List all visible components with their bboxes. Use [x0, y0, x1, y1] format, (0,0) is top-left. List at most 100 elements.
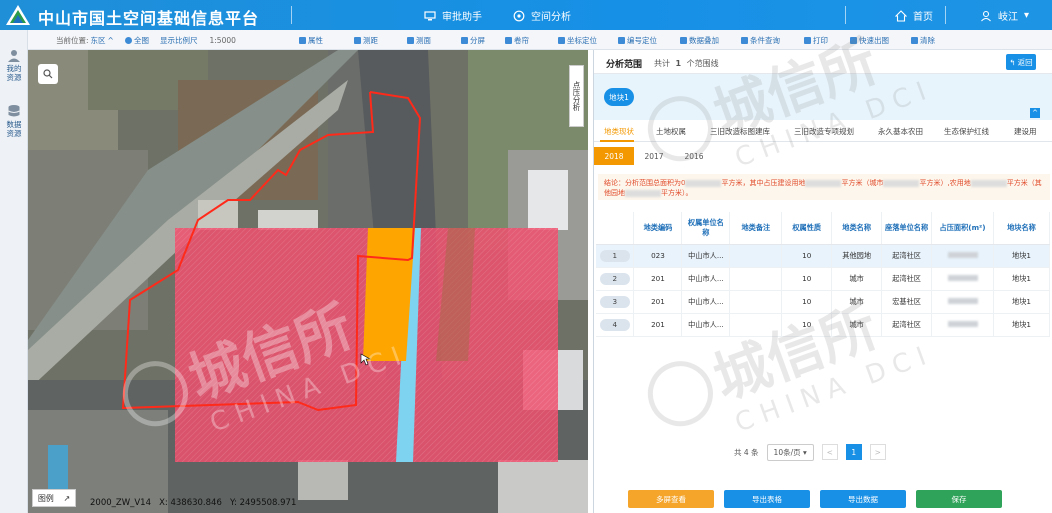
tool-label: 测面: [416, 36, 431, 45]
map-search-button[interactable]: [38, 64, 58, 84]
multi-screen-button[interactable]: 多屏查看: [628, 490, 714, 508]
conclusion-text: 平方米）。: [661, 189, 693, 197]
redacted-value: [947, 298, 978, 304]
export-data-button[interactable]: 导出数据: [820, 490, 906, 508]
back-button[interactable]: ↰ 返回: [1006, 54, 1036, 70]
tab-renewal-database[interactable]: 三旧改造标图建库: [710, 126, 770, 137]
table-row[interactable]: 2 201 中山市人... 10 城市 起湾社区 地块1: [596, 267, 1051, 291]
redacted-value: [883, 179, 920, 187]
coordinate-readout: 2000_ZW_V14 X: 438630.846 Y: 2495508.971: [90, 498, 297, 508]
home-link[interactable]: 首页: [895, 8, 933, 23]
tool-attributes[interactable]: 属性: [299, 35, 323, 46]
nav-approval-assistant[interactable]: 审批助手: [424, 8, 482, 23]
full-map-button[interactable]: 全图: [125, 35, 149, 46]
tool-label: 测距: [363, 36, 378, 45]
table-row[interactable]: 3 201 中山市人... 10 城市 宏基社区 地块1: [596, 290, 1051, 314]
rail-label: 数据资源: [6, 120, 22, 138]
tab-renewal-plan[interactable]: 三旧改造专项规划: [794, 126, 854, 137]
tool-quick-export[interactable]: 快速出图: [850, 35, 889, 46]
table-cell: 宏基社区: [881, 290, 933, 314]
overlay-analysis-tab[interactable]: 点压分析: [569, 65, 584, 127]
next-page-button[interactable]: >: [869, 444, 886, 460]
map-toolbar: 当前位置: 东区 ^ 全图 显示比例尺 1:5000 属性 测距 测面 分屏 卷…: [28, 30, 1052, 50]
header-divider: [291, 6, 292, 24]
row-index: 2: [599, 272, 630, 285]
layers-icon: [680, 37, 687, 44]
eraser-icon: [911, 37, 918, 44]
map-view[interactable]: 点压分析 图例 ↗ 2000_ZW_V14 X: 438630.846 Y: 2…: [28, 50, 588, 513]
tool-label: 编号定位: [627, 36, 657, 45]
conclusion-text: 平方米）,农用地: [919, 179, 971, 187]
collapse-icon[interactable]: ^: [1030, 108, 1040, 118]
tab-land-status[interactable]: 地类现状: [604, 126, 634, 137]
user-icon: [981, 10, 991, 21]
total-count: 共 4 条: [734, 447, 759, 457]
prev-page-button[interactable]: <: [821, 444, 838, 460]
row-index: 4: [599, 318, 630, 331]
page-size-select[interactable]: 10条/页 ▾: [766, 443, 814, 461]
my-resources[interactable]: 我的资源: [0, 48, 28, 82]
table-cell: 201: [633, 290, 683, 314]
tab-ownership[interactable]: 土地权属: [656, 126, 686, 137]
year-2016[interactable]: 2016: [674, 147, 714, 165]
save-button[interactable]: 保存: [916, 490, 1002, 508]
area-icon: [407, 37, 414, 44]
year-2018[interactable]: 2018: [594, 147, 634, 165]
redacted-value: [947, 275, 978, 281]
table-cell: 地块1: [993, 290, 1051, 314]
tab-ecology-redline[interactable]: 生态保护红线: [944, 126, 989, 137]
row-index-cell: 4: [596, 313, 635, 337]
table-cell: 201: [633, 267, 683, 291]
tool-swipe[interactable]: 卷帘: [505, 35, 529, 46]
location-selector[interactable]: 当前位置: 东区 ^: [56, 35, 114, 46]
tool-label: 打印: [813, 36, 828, 45]
conclusion-text: 结论：分析范围总面积为0: [604, 179, 686, 187]
header-divider: [945, 6, 946, 24]
tool-measure-area[interactable]: 测面: [407, 35, 431, 46]
table-row[interactable]: 4 201 中山市人... 10 城市 起湾社区 地块1: [596, 313, 1051, 337]
header-divider: [845, 6, 846, 24]
table-cell: 中山市人...: [681, 313, 731, 337]
table-row[interactable]: 1 023 中山市人... 10 其他园地 起湾社区 地块1: [596, 244, 1051, 268]
table-cell: 中山市人...: [681, 244, 731, 268]
current-page[interactable]: 1: [845, 444, 862, 460]
aperture-icon: [513, 10, 525, 21]
parcel-chip[interactable]: 地块1: [604, 88, 634, 106]
home-icon: [895, 9, 907, 22]
tool-clear[interactable]: 清除: [911, 35, 935, 46]
year-2017[interactable]: 2017: [634, 147, 674, 165]
active-tab-indicator: [600, 140, 634, 142]
search-icon: [43, 69, 53, 79]
nav-spatial-analysis[interactable]: 空间分析: [513, 8, 571, 23]
tool-coordinate-locate[interactable]: 坐标定位: [558, 35, 597, 46]
location-label: 当前位置:: [56, 36, 89, 45]
split-screen-icon: [461, 37, 468, 44]
monitor-icon: [424, 10, 436, 20]
scale-selector[interactable]: 显示比例尺 1:5000: [160, 35, 236, 46]
tool-number-locate[interactable]: 编号定位: [618, 35, 657, 46]
tool-split-screen[interactable]: 分屏: [461, 35, 485, 46]
data-resources[interactable]: 数据资源: [0, 104, 28, 138]
tab-construction-land[interactable]: 建设用: [1014, 126, 1037, 137]
redacted-value: [685, 179, 722, 187]
location-value: 东区: [90, 36, 106, 45]
column-header: [596, 212, 635, 245]
tool-measure-distance[interactable]: 测距: [354, 35, 378, 46]
redacted-value: [947, 321, 978, 327]
table-cell: 地块1: [993, 313, 1051, 337]
export-table-button[interactable]: 导出表格: [724, 490, 810, 508]
legend-button[interactable]: 图例 ↗: [32, 489, 76, 507]
user-menu[interactable]: 岐江 ▾: [980, 8, 1029, 23]
tool-label: 卷帘: [514, 36, 529, 45]
tab-farmland[interactable]: 永久基本农田: [878, 126, 923, 137]
ruler-icon: [354, 37, 361, 44]
table-cell: 城市: [831, 290, 883, 314]
table-cell: [931, 290, 994, 314]
tool-print[interactable]: 打印: [804, 35, 828, 46]
table-cell: 起湾社区: [881, 267, 933, 291]
range-count: 共计 1 个范围线: [654, 58, 719, 69]
logo-icon: [6, 5, 30, 25]
tool-condition-query[interactable]: 条件查询: [741, 35, 780, 46]
analysis-conclusion: 结论：分析范围总面积为0 平方米，其中占压建设用地 平方米（城市 平方米）,农用地 平方…: [598, 174, 1050, 200]
tool-data-overlay[interactable]: 数据叠加: [680, 35, 719, 46]
